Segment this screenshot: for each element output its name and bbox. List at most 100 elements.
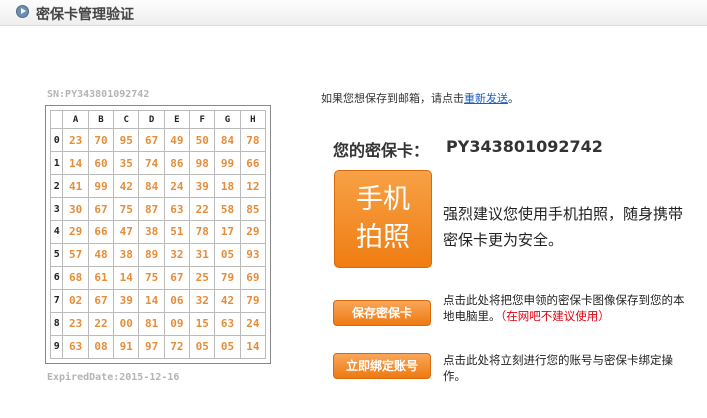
card-cell: 58: [214, 197, 241, 221]
card-cell: 72: [163, 334, 191, 360]
card-cell: 29: [239, 220, 267, 244]
card-row: 6 68 61 14 75 67 25 79 69: [49, 265, 267, 290]
card-cell: 61: [87, 265, 115, 290]
card-cell: 08: [87, 334, 115, 360]
row-header: 8: [49, 311, 64, 336]
card-cell: 42: [214, 288, 241, 313]
card-cell: 05: [214, 242, 241, 267]
card-cell: 05: [214, 334, 241, 360]
card-cell: 24: [239, 311, 267, 336]
card-cell: 67: [87, 197, 115, 221]
resend-link[interactable]: 重新发送: [464, 92, 508, 105]
card-cell: 14: [239, 334, 267, 360]
save-card-button[interactable]: 保存密保卡: [333, 300, 431, 326]
card-row: 4 29 66 47 38 51 78 17 29: [49, 220, 267, 244]
card-cell: 84: [138, 174, 165, 199]
card-cell: 99: [87, 174, 115, 199]
bind-account-description: 点击此处将立刻进行您的账号与密保卡绑定操作。: [443, 353, 673, 383]
card-cell: 81: [138, 311, 165, 336]
card-cell: 22: [87, 311, 115, 336]
security-card-table: A B C D E F G H 0 23 70 95 67 49 50 84 78 1 14 60 35 74 86 98 99…: [49, 109, 267, 360]
card-cell: 79: [214, 265, 241, 290]
card-cell: 35: [113, 151, 140, 176]
card-number-label: 您的密保卡：: [333, 141, 430, 160]
column-header: C: [113, 109, 140, 130]
card-cell: 14: [113, 265, 140, 290]
card-cell: 22: [189, 197, 216, 221]
card-cell: 18: [214, 174, 241, 199]
card-cell: 63: [62, 334, 89, 360]
card-cell: 75: [113, 197, 140, 221]
row-header: 4: [49, 220, 64, 244]
card-cell: 31: [189, 242, 216, 267]
row-header: 2: [49, 174, 64, 199]
card-cell: 67: [163, 265, 191, 290]
card-cell: 91: [113, 334, 140, 360]
card-cell: 67: [138, 128, 165, 153]
security-advice-text: 强烈建议您使用手机拍照，随身携带密保卡更为安全。: [443, 205, 684, 249]
card-cell: 67: [87, 288, 115, 313]
card-cell: 49: [163, 128, 191, 153]
card-cell: 32: [163, 242, 191, 267]
grid-corner-cell: [49, 109, 64, 130]
card-cell: 38: [138, 220, 165, 244]
card-cell: 17: [214, 220, 241, 244]
card-cell: 60: [87, 151, 115, 176]
card-cell: 42: [113, 174, 140, 199]
email-resend-note: 如果您想保存到邮箱，请点击重新发送。: [321, 90, 519, 106]
card-cell: 57: [62, 242, 89, 267]
card-cell: 06: [163, 288, 191, 313]
security-card-grid: A B C D E F G H 0 23 70 95 67 49 50 84 78 1 14 60 35 74 86 98 99…: [45, 105, 271, 364]
card-row: 7 02 67 39 14 06 32 42 79: [49, 288, 267, 313]
column-header: E: [163, 109, 191, 130]
card-cell: 66: [87, 220, 115, 244]
card-cell: 23: [62, 128, 89, 153]
card-cell: 95: [113, 128, 140, 153]
bind-account-button[interactable]: 立即绑定账号: [333, 353, 431, 379]
card-row: 8 23 22 00 81 09 15 63 24: [49, 311, 267, 336]
card-cell: 69: [239, 265, 267, 290]
row-header: 7: [49, 288, 64, 313]
card-cell: 50: [189, 128, 216, 153]
card-cell: 63: [163, 197, 191, 221]
card-cell: 74: [138, 151, 165, 176]
column-header: B: [87, 109, 115, 130]
column-header: A: [62, 109, 89, 130]
arrow-right-icon: [16, 5, 29, 18]
phone-photo-badge: 手机 拍照: [334, 170, 432, 268]
card-cell: 99: [214, 151, 241, 176]
card-cell: 30: [62, 197, 89, 221]
card-cell: 51: [163, 220, 191, 244]
card-cell: 25: [189, 265, 216, 290]
card-cell: 23: [62, 311, 89, 336]
card-cell: 98: [189, 151, 216, 176]
card-cell: 97: [138, 334, 165, 360]
column-header: H: [239, 109, 267, 130]
card-row: 1 14 60 35 74 86 98 99 66: [49, 151, 267, 176]
card-cell: 15: [189, 311, 216, 336]
photo-badge-line1: 手机: [356, 184, 410, 215]
card-cell: 14: [138, 288, 165, 313]
card-cell: 63: [214, 311, 241, 336]
email-note-suffix: 。: [508, 92, 519, 105]
photo-badge-line2: 拍照: [356, 222, 410, 253]
card-cell: 29: [62, 220, 89, 244]
card-cell: 86: [163, 151, 191, 176]
card-cell: 70: [87, 128, 115, 153]
card-cell: 85: [239, 197, 267, 221]
save-card-description: 点击此处将把您申领的密保卡图像保存到您的本地电脑里。（在网吧不建议使用）: [443, 292, 693, 324]
card-number-value: PY343801092742: [446, 137, 603, 156]
card-cell: 14: [62, 151, 89, 176]
card-cell: 68: [62, 265, 89, 290]
card-cell: 89: [138, 242, 165, 267]
row-header: 1: [49, 151, 64, 176]
card-cell: 79: [239, 288, 267, 313]
card-cell: 87: [138, 197, 165, 221]
card-cell: 00: [113, 311, 140, 336]
row-header: 9: [49, 334, 64, 360]
card-cell: 05: [189, 334, 216, 360]
card-cell: 24: [163, 174, 191, 199]
email-note-prefix: 如果您想保存到邮箱，请点击: [321, 92, 464, 105]
card-row: 0 23 70 95 67 49 50 84 78: [49, 128, 267, 153]
card-row: 3 30 67 75 87 63 22 58 85: [49, 197, 267, 221]
